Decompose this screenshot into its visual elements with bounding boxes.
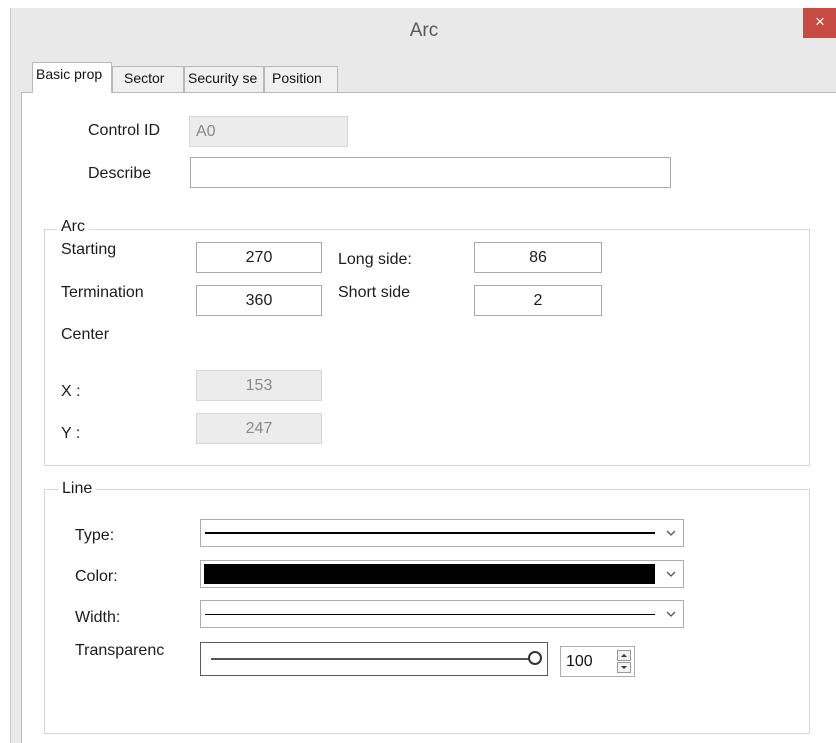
spin-down-icon[interactable] bbox=[617, 662, 631, 673]
control-id-field: A0 bbox=[189, 116, 348, 147]
transparency-value: 100 bbox=[566, 653, 593, 670]
arc-group bbox=[44, 229, 810, 466]
chevron-down-icon bbox=[666, 571, 676, 577]
tab-position[interactable]: Position bbox=[264, 66, 338, 92]
starting-label: Starting bbox=[61, 241, 117, 258]
long-side-input[interactable]: 86 bbox=[474, 242, 602, 273]
describe-label: Describe bbox=[88, 165, 152, 182]
tab-security[interactable]: Security se bbox=[184, 66, 264, 92]
center-label: Center bbox=[61, 326, 110, 343]
line-type-label: Type: bbox=[75, 527, 115, 544]
line-color-dropdown[interactable] bbox=[200, 560, 684, 588]
transparency-label: Transparenc bbox=[75, 642, 165, 659]
slider-track bbox=[211, 658, 535, 660]
short-side-input[interactable]: 2 bbox=[474, 285, 602, 316]
short-side-label: Short side bbox=[338, 284, 411, 301]
tab-basic-prop[interactable]: Basic prop bbox=[32, 62, 112, 93]
center-x-field: 153 bbox=[196, 370, 322, 401]
chevron-down-icon bbox=[666, 530, 676, 536]
describe-input[interactable] bbox=[190, 157, 671, 188]
termination-angle-input[interactable]: 360 bbox=[196, 285, 322, 316]
center-y-label: Y : bbox=[61, 425, 81, 442]
long-side-label: Long side: bbox=[338, 251, 412, 268]
line-color-swatch bbox=[204, 564, 655, 584]
line-group-legend: Line bbox=[58, 480, 97, 498]
center-x-label: X : bbox=[61, 383, 81, 400]
line-color-label: Color: bbox=[75, 568, 118, 585]
control-id-label: Control ID bbox=[88, 122, 161, 139]
line-width-preview bbox=[205, 614, 655, 615]
line-width-label: Width: bbox=[75, 609, 121, 626]
line-type-dropdown[interactable] bbox=[200, 519, 684, 547]
starting-angle-input[interactable]: 270 bbox=[196, 242, 322, 273]
tab-sector[interactable]: Sector bbox=[112, 66, 184, 92]
chevron-down-icon bbox=[666, 611, 676, 617]
termination-label: Termination bbox=[61, 284, 144, 301]
transparency-slider[interactable] bbox=[200, 642, 548, 676]
line-type-preview bbox=[205, 532, 655, 534]
title-bar[interactable]: Arc × bbox=[11, 8, 836, 54]
line-width-dropdown[interactable] bbox=[200, 600, 684, 628]
close-button[interactable]: × bbox=[803, 8, 836, 38]
center-y-field: 247 bbox=[196, 413, 322, 444]
spin-up-icon[interactable] bbox=[617, 650, 631, 661]
slider-thumb[interactable] bbox=[528, 651, 542, 665]
close-icon: × bbox=[815, 12, 825, 31]
window-title: Arc bbox=[409, 20, 439, 41]
transparency-spinbox[interactable]: 100 bbox=[560, 646, 635, 677]
arc-group-legend: Arc bbox=[57, 218, 89, 236]
